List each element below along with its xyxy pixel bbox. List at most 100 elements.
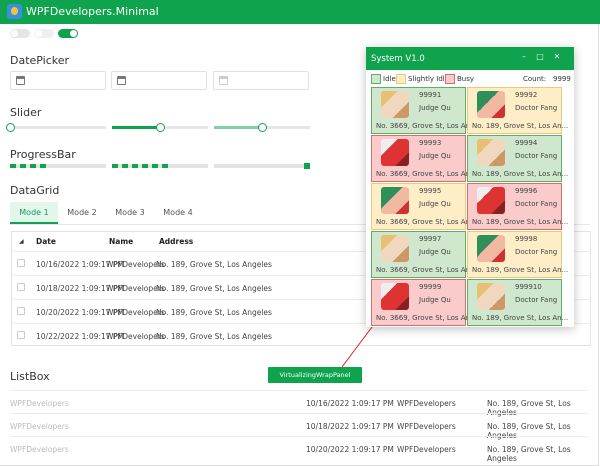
name-text: WPFDevelopers: [397, 422, 456, 431]
virtualizing-wrap-panel-button[interactable]: VirtualizingWrapPanel: [268, 367, 362, 383]
avatar: [381, 139, 409, 166]
card-name: Doctor Fang: [515, 152, 558, 160]
progress-bar: [112, 164, 208, 168]
legend-slightly-idle: Slightly Idle: [408, 75, 450, 83]
toggle-on[interactable]: [58, 29, 78, 38]
card-id: 99998: [515, 235, 538, 243]
select-all-icon[interactable]: ◢: [19, 238, 24, 245]
column-header-date[interactable]: Date: [36, 237, 56, 246]
avatar: [477, 187, 505, 214]
date-picker[interactable]: [10, 71, 106, 90]
card-address: No. 3669, Grove St, Los An...: [376, 122, 477, 130]
card-id: 99996: [515, 187, 538, 195]
popup-title-bar: System V1.0 – □ ✕: [366, 47, 574, 70]
minimize-icon[interactable]: –: [516, 52, 532, 61]
employee-card[interactable]: 99993 Judge Qu No. 3669, Grove St, Los An.…: [371, 135, 477, 182]
card-address: No. 189, Grove St, Los An...: [472, 122, 569, 130]
card-address: No. 189, Grove St, Los An...: [472, 314, 569, 322]
close-icon[interactable]: ✕: [549, 52, 565, 61]
employee-card[interactable]: 99996 Doctor Fang No. 189, Grove St, Los A…: [467, 183, 568, 230]
card-id: 99994: [515, 139, 538, 147]
card-name: Doctor Fang: [515, 248, 558, 256]
slider-label: Slider: [10, 106, 42, 119]
tab-mode-3[interactable]: Mode 3: [106, 202, 154, 224]
count-label: Count:: [523, 75, 547, 83]
item-label: WPFDevelopers: [10, 422, 69, 431]
list-item[interactable]: WPFDevelopers 10/18/2022 1:09:17 PM WPFDev…: [10, 413, 588, 440]
avatar: [477, 139, 505, 166]
employee-card[interactable]: 99995 Judge Qu No. 3669, Grove St, Los An.…: [371, 183, 477, 230]
row-checkbox[interactable]: [17, 259, 25, 267]
date-text: 10/20/2022 1:09:17 PM: [306, 445, 394, 454]
annotation-arrow: [341, 326, 373, 368]
card-address: No. 189, Grove St, Los An...: [472, 218, 569, 226]
listbox-label: ListBox: [10, 370, 50, 383]
employee-card[interactable]: 99999 Judge Qu No. 3669, Grove St, Los An.…: [371, 279, 477, 326]
card-id: 99992: [515, 91, 538, 99]
app-icon: [7, 4, 22, 19]
card-name: Judge Qu: [419, 200, 451, 208]
slider[interactable]: [214, 123, 310, 132]
employee-card[interactable]: 99992 Doctor Fang No. 189, Grove St, Los A…: [467, 87, 568, 134]
progress-bar: [214, 163, 310, 169]
toggle-off[interactable]: [10, 29, 30, 38]
address-cell: No. 189, Grove St, Los Angeles: [156, 308, 272, 317]
avatar: [381, 235, 409, 262]
progress-fill: [10, 164, 49, 168]
card-name: Doctor Fang: [515, 296, 558, 304]
row-checkbox[interactable]: [17, 283, 25, 291]
card-address: No. 3669, Grove St, Los An...: [376, 218, 477, 226]
card-name: Judge Qu: [419, 248, 451, 256]
card-id: 99993: [419, 139, 442, 147]
tab-mode-1[interactable]: Mode 1: [10, 202, 58, 224]
calendar-icon: [219, 76, 228, 85]
employee-card[interactable]: 99994 Doctor Fang No. 189, Grove St, Los A…: [467, 135, 568, 182]
name-text: WPFDevelopers: [397, 445, 456, 454]
slider-thumb[interactable]: [258, 123, 267, 132]
datepicker-label: DatePicker: [10, 54, 70, 67]
list-item[interactable]: WPFDevelopers 10/20/2022 1:09:17 PM WPFDev…: [10, 436, 588, 463]
tab-mode-2[interactable]: Mode 2: [58, 202, 106, 224]
card-address: No. 3669, Grove St, Los An...: [376, 314, 477, 322]
list-item[interactable]: WPFDevelopers 10/16/2022 1:09:17 PM WPFDev…: [10, 390, 588, 417]
progress-fill: [304, 163, 310, 169]
calendar-icon[interactable]: [117, 76, 126, 85]
card-name: Judge Qu: [419, 152, 451, 160]
employee-card[interactable]: 999910 Doctor Fang No. 189, Grove St, Los …: [467, 279, 568, 326]
slider-thumb[interactable]: [6, 123, 15, 132]
card-address: No. 189, Grove St, Los An...: [472, 170, 569, 178]
employee-card[interactable]: 99998 Doctor Fang No. 189, Grove St, Los A…: [467, 231, 568, 278]
column-header-name[interactable]: Name: [109, 237, 133, 246]
card-address: No. 189, Grove St, Los An...: [472, 266, 569, 274]
slider[interactable]: [6, 123, 106, 132]
tab-mode-4[interactable]: Mode 4: [154, 202, 202, 224]
card-address: No. 3669, Grove St, Los An...: [376, 170, 477, 178]
row-checkbox[interactable]: [17, 331, 25, 339]
card-name: Judge Qu: [419, 296, 451, 304]
legend-slight-swatch: [396, 74, 406, 84]
avatar: [381, 187, 409, 214]
card-id: 99999: [419, 283, 442, 291]
column-header-address[interactable]: Address: [159, 237, 193, 246]
card-id: 999910: [515, 283, 542, 291]
title-bar: WPFDevelopers.Minimal: [0, 0, 600, 24]
address-text: No. 189, Grove St, Los Angeles: [487, 445, 571, 463]
avatar: [477, 235, 505, 262]
row-checkbox[interactable]: [17, 307, 25, 315]
employee-card[interactable]: 99997 Judge Qu No. 3669, Grove St, Los An.…: [371, 231, 477, 278]
progressbar-label: ProgressBar: [10, 148, 76, 161]
slider[interactable]: [112, 123, 208, 132]
address-cell: No. 189, Grove St, Los Angeles: [156, 332, 272, 341]
toggle-disabled[interactable]: [34, 29, 54, 38]
avatar: [381, 283, 409, 310]
maximize-icon[interactable]: □: [532, 52, 548, 61]
progress-fill: [112, 164, 170, 168]
slider-thumb[interactable]: [156, 123, 165, 132]
address-cell: No. 189, Grove St, Los Angeles: [156, 284, 272, 293]
employee-card[interactable]: 99991 Judge Qu No. 3669, Grove St, Los An.…: [371, 87, 477, 134]
card-name: Judge Qu: [419, 104, 451, 112]
date-picker[interactable]: [111, 71, 207, 90]
calendar-icon[interactable]: [16, 76, 25, 85]
date-picker-disabled[interactable]: [213, 71, 309, 90]
window-title: WPFDevelopers.Minimal: [26, 5, 159, 18]
